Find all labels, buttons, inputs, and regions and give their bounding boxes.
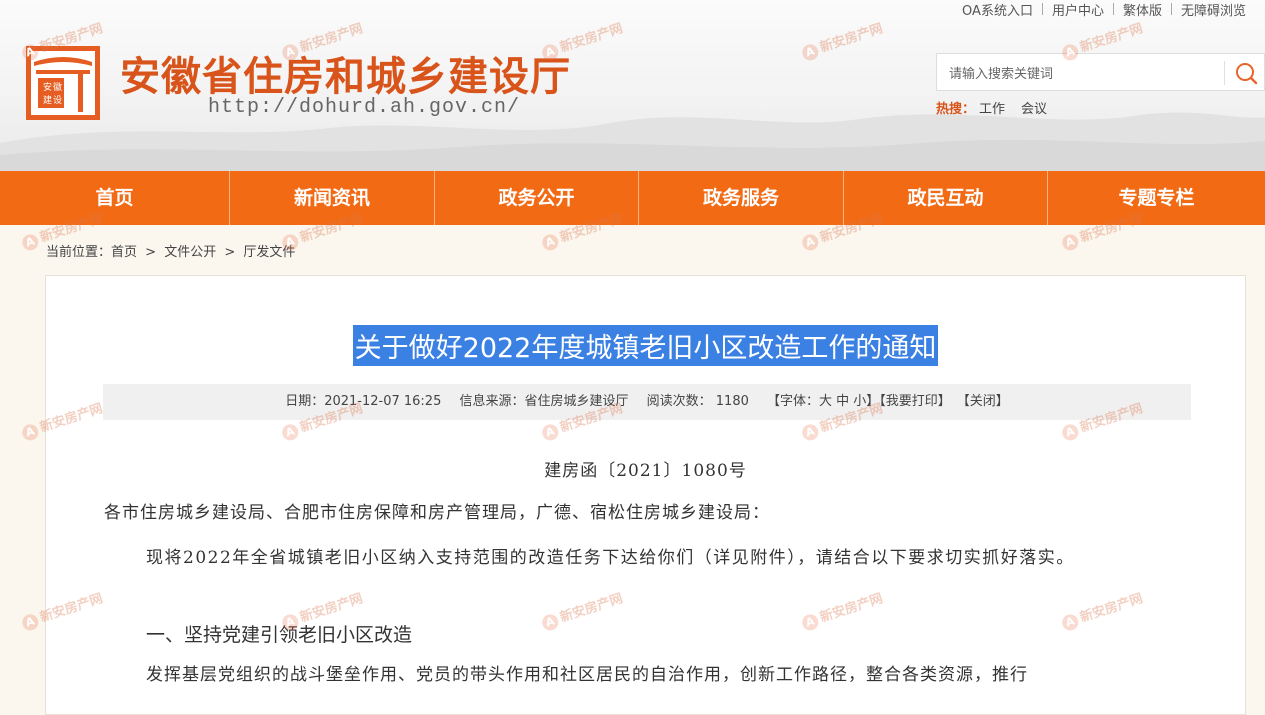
divider <box>1224 61 1225 85</box>
nav-item-news[interactable]: 新闻资讯 <box>230 171 435 225</box>
nav-item-home[interactable]: 首页 <box>0 171 230 225</box>
svg-text:设: 设 <box>53 95 62 106</box>
article-panel: 关于做好2022年度城镇老旧小区改造工作的通知 日期：2021-12-07 16… <box>45 275 1246 715</box>
site-logo[interactable]: 安 徽 建 设 <box>26 46 100 120</box>
main-nav: 首页 新闻资讯 政务公开 政务服务 政民互动 专题专栏 <box>0 171 1265 225</box>
font-size-control[interactable]: 【字体：大 中 小】 <box>767 394 879 409</box>
hot-search-item[interactable]: 会议 <box>1021 98 1047 117</box>
logo-emblem-icon: 安 徽 建 设 <box>31 51 95 115</box>
nav-item-interaction[interactable]: 政民互动 <box>844 171 1048 225</box>
breadcrumb-separator: > <box>224 245 236 260</box>
accessibility-link[interactable]: 无障碍浏览 <box>1172 0 1255 19</box>
article-paragraph: 现将2022年全省城镇老旧小区纳入支持范围的改造任务下达给你们（详见附件），请结… <box>146 548 1075 568</box>
breadcrumb-current[interactable]: 厅发文件 <box>243 245 295 260</box>
hot-search-item[interactable]: 工作 <box>979 98 1005 117</box>
user-center-link[interactable]: 用户中心 <box>1043 0 1113 19</box>
article-paragraph: 发挥基层党组织的战斗堡垒作用、党员的带头作用和社区居民的自治作用，创新工作路径，… <box>146 665 1028 685</box>
svg-text:安: 安 <box>43 81 52 93</box>
article-title: 关于做好2022年度城镇老旧小区改造工作的通知 <box>46 325 1245 366</box>
site-url: http://dohurd.ah.gov.cn/ <box>208 96 521 119</box>
breadcrumb-home[interactable]: 首页 <box>111 245 137 260</box>
svg-text:徽: 徽 <box>53 81 62 93</box>
close-button[interactable]: 【关闭】 <box>957 394 1009 409</box>
search-box <box>936 53 1265 91</box>
document-number: 建房函〔2021〕1080号 <box>544 461 747 481</box>
print-button[interactable]: 【我要打印】 <box>879 394 951 409</box>
hot-search-label: 热搜： <box>936 102 976 117</box>
article-title-text: 关于做好2022年度城镇老旧小区改造工作的通知 <box>352 325 939 366</box>
top-links: OA系统入口 用户中心 繁体版 无障碍浏览 <box>953 0 1255 19</box>
breadcrumb-prefix: 当前位置： <box>46 245 112 260</box>
article-views: 阅读次数： 1180 <box>646 394 749 409</box>
site-title[interactable]: 安徽省住房和城乡建设厅 <box>120 44 571 102</box>
section-heading: 一、坚持党建引领老旧小区改造 <box>146 624 413 646</box>
breadcrumb: 当前位置：首页 > 文件公开 > 厅发文件 <box>46 241 299 260</box>
search-icon[interactable] <box>1233 60 1259 86</box>
article-date: 日期：2021-12-07 16:25 <box>285 394 442 409</box>
breadcrumb-separator: > <box>145 245 157 260</box>
hot-search: 热搜： 工作 会议 <box>936 98 1059 117</box>
nav-item-gov-affairs-open[interactable]: 政务公开 <box>435 171 639 225</box>
traditional-chinese-link[interactable]: 繁体版 <box>1114 0 1171 19</box>
article-paragraph: 各市住房城乡建设局、合肥市住房保障和房产管理局，广德、宿松住房城乡建设局： <box>104 503 770 523</box>
oa-link[interactable]: OA系统入口 <box>953 0 1042 19</box>
nav-item-special-topics[interactable]: 专题专栏 <box>1048 171 1265 225</box>
svg-text:建: 建 <box>43 94 52 106</box>
article-source: 信息来源：省住房城乡建设厅 <box>459 394 629 409</box>
article-meta: 日期：2021-12-07 16:25 信息来源：省住房城乡建设厅 阅读次数： … <box>103 384 1191 420</box>
search-input[interactable] <box>947 63 1221 85</box>
breadcrumb-files[interactable]: 文件公开 <box>164 245 216 260</box>
nav-item-gov-services[interactable]: 政务服务 <box>639 171 844 225</box>
site-header: OA系统入口 用户中心 繁体版 无障碍浏览 安 徽 建 设 安徽省住房和城乡建设… <box>0 0 1265 171</box>
